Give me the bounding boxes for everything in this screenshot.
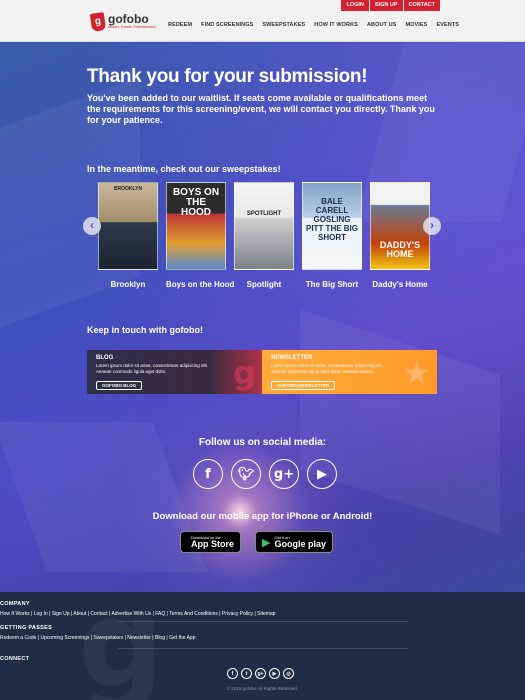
instagram-icon[interactable]: ◎	[283, 668, 294, 679]
main-nav: REDEEM FIND SCREENINGS SWEEPSTAKES HOW I…	[168, 22, 459, 28]
google-play-label: Google play	[274, 539, 326, 549]
nav-movies[interactable]: MOVIES	[405, 22, 427, 28]
movie-card-daddys-home[interactable]: DADDY'S HOME Daddy's Home	[370, 182, 430, 289]
nav-how-it-works[interactable]: HOW IT WORKS	[314, 22, 358, 28]
chevron-right-icon: ›	[430, 218, 434, 232]
waitlist-message: You've been added to our waitlist. If se…	[87, 93, 435, 125]
footer-connect-heading: CONNECT	[0, 656, 30, 662]
gofobo-newsletter-button[interactable]: GOFOBO NEWSLETTER	[271, 381, 336, 390]
twitter-icon[interactable]: 🐦︎	[231, 459, 261, 489]
newsletter-card: ★ NEWSLETTER Lorem ipsum dolor sit amet,…	[262, 350, 437, 394]
footer-divider	[118, 648, 408, 649]
app-download-heading: Download our mobile app for iPhone or An…	[152, 511, 373, 522]
nav-about-us[interactable]: ABOUT US	[367, 22, 397, 28]
facebook-icon[interactable]: f	[193, 459, 223, 489]
signup-link[interactable]: SIGN UP	[369, 0, 404, 11]
movie-card-the-big-short[interactable]: BALE CARELL GOSLING PITT THE BIG SHORT T…	[302, 182, 362, 289]
gofobo-blog-button[interactable]: GOFOBO BLOG	[96, 381, 143, 390]
movie-title[interactable]: Spotlight	[234, 280, 294, 289]
gofobo-logo-icon: g	[89, 12, 107, 32]
nav-events[interactable]: EVENTS	[436, 22, 459, 28]
login-link[interactable]: LOGIN	[341, 0, 370, 11]
facebook-icon[interactable]: f	[227, 668, 238, 679]
account-topbar: LOGIN SIGN UP CONTACT	[341, 0, 441, 11]
newsletter-body: Lorem ipsum dolor sit amet, consectetuer…	[271, 363, 384, 374]
chevron-left-icon: ‹	[90, 218, 94, 232]
blog-body: Lorem ipsum dolor sit amet, consectetuer…	[96, 363, 209, 374]
page-title: Thank you for your submission!	[87, 66, 368, 87]
movie-poster[interactable]: BALE CARELL GOSLING PITT THE BIG SHORT	[302, 182, 362, 270]
google-play-button[interactable]: ▶ Get it on Google play	[255, 531, 333, 553]
movie-poster[interactable]: SPOTLIGHT	[234, 182, 294, 270]
keep-in-touch-heading: Keep in touch with gofobo!	[87, 325, 203, 335]
google-plus-icon[interactable]: g+	[255, 668, 266, 679]
gofobo-logo[interactable]: g gofobo Movies. Events. Entertainment.	[89, 12, 157, 32]
movie-poster[interactable]: BROOKLYN	[98, 182, 158, 270]
blog-card: g BLOG Lorem ipsum dolor sit amet, conse…	[87, 350, 262, 394]
footer-passes-links[interactable]: Redeem a Code | Upcoming Screenings | Sw…	[0, 635, 525, 641]
footer-company-links[interactable]: How It Works | Log In | Sign Up | About …	[0, 611, 525, 617]
keep-in-touch-cards: g BLOG Lorem ipsum dolor sit amet, conse…	[87, 350, 437, 394]
movie-title[interactable]: The Big Short	[302, 280, 362, 289]
youtube-icon[interactable]: ▶	[307, 459, 337, 489]
movie-card-spotlight[interactable]: SPOTLIGHT Spotlight	[234, 182, 294, 289]
movie-title[interactable]: Brooklyn	[98, 280, 158, 289]
google-play-icon: ▶	[262, 535, 271, 549]
movie-card-brooklyn[interactable]: BROOKLYN Brooklyn	[98, 182, 158, 289]
contact-link[interactable]: CONTACT	[403, 0, 441, 11]
nav-sweepstakes[interactable]: SWEEPSTAKES	[262, 22, 305, 28]
youtube-icon[interactable]: ▶	[269, 668, 280, 679]
star-icon: ★	[402, 354, 431, 392]
site-footer: g	[0, 592, 525, 700]
footer-company-heading: COMPANY	[0, 601, 30, 607]
footer-social-links: f t g+ ▶ ◎	[227, 668, 294, 679]
movie-card-boys-on-the-hood[interactable]: BOYS ON THE HOOD Boys on the Hood	[166, 182, 234, 289]
gofobo-watermark-icon: g	[78, 592, 164, 700]
copyright-text: © 2015 gofobo All Rights Reserved.	[226, 686, 299, 691]
site-header: LOGIN SIGN UP CONTACT g gofobo Movies. E…	[0, 0, 525, 42]
app-store-label: App Store	[191, 539, 235, 549]
app-store-badges: Download on the App Store ▶ Get it on Go…	[180, 531, 333, 553]
brand-tagline: Movies. Events. Entertainment.	[108, 25, 157, 29]
brand-name: gofobo	[108, 12, 149, 26]
movie-title[interactable]: Daddy's Home	[370, 280, 430, 289]
sweepstakes-carousel: BROOKLYN Brooklyn BOYS ON THE HOOD Boys …	[83, 182, 441, 292]
carousel-prev-button[interactable]: ‹	[83, 217, 101, 235]
carousel-next-button[interactable]: ›	[423, 217, 441, 235]
footer-passes-heading: GETTING PASSES	[0, 625, 53, 631]
twitter-icon[interactable]: t	[241, 668, 252, 679]
sweepstakes-heading: In the meantime, check out our sweepstak…	[87, 164, 281, 174]
gofobo-mark-icon: g	[233, 354, 256, 392]
social-heading: Follow us on social media:	[198, 437, 327, 448]
nav-redeem[interactable]: REDEEM	[168, 22, 192, 28]
nav-find-screenings[interactable]: FIND SCREENINGS	[201, 22, 253, 28]
blog-title: BLOG	[96, 355, 114, 361]
footer-divider	[118, 621, 408, 622]
movie-title[interactable]: Boys on the Hood	[166, 280, 234, 289]
social-links: f 🐦︎ g+ ▶	[193, 459, 337, 489]
movie-poster[interactable]: DADDY'S HOME	[370, 182, 430, 270]
app-store-button[interactable]: Download on the App Store	[180, 531, 242, 553]
google-plus-icon[interactable]: g+	[269, 459, 299, 489]
movie-poster[interactable]: BOYS ON THE HOOD	[166, 182, 226, 270]
